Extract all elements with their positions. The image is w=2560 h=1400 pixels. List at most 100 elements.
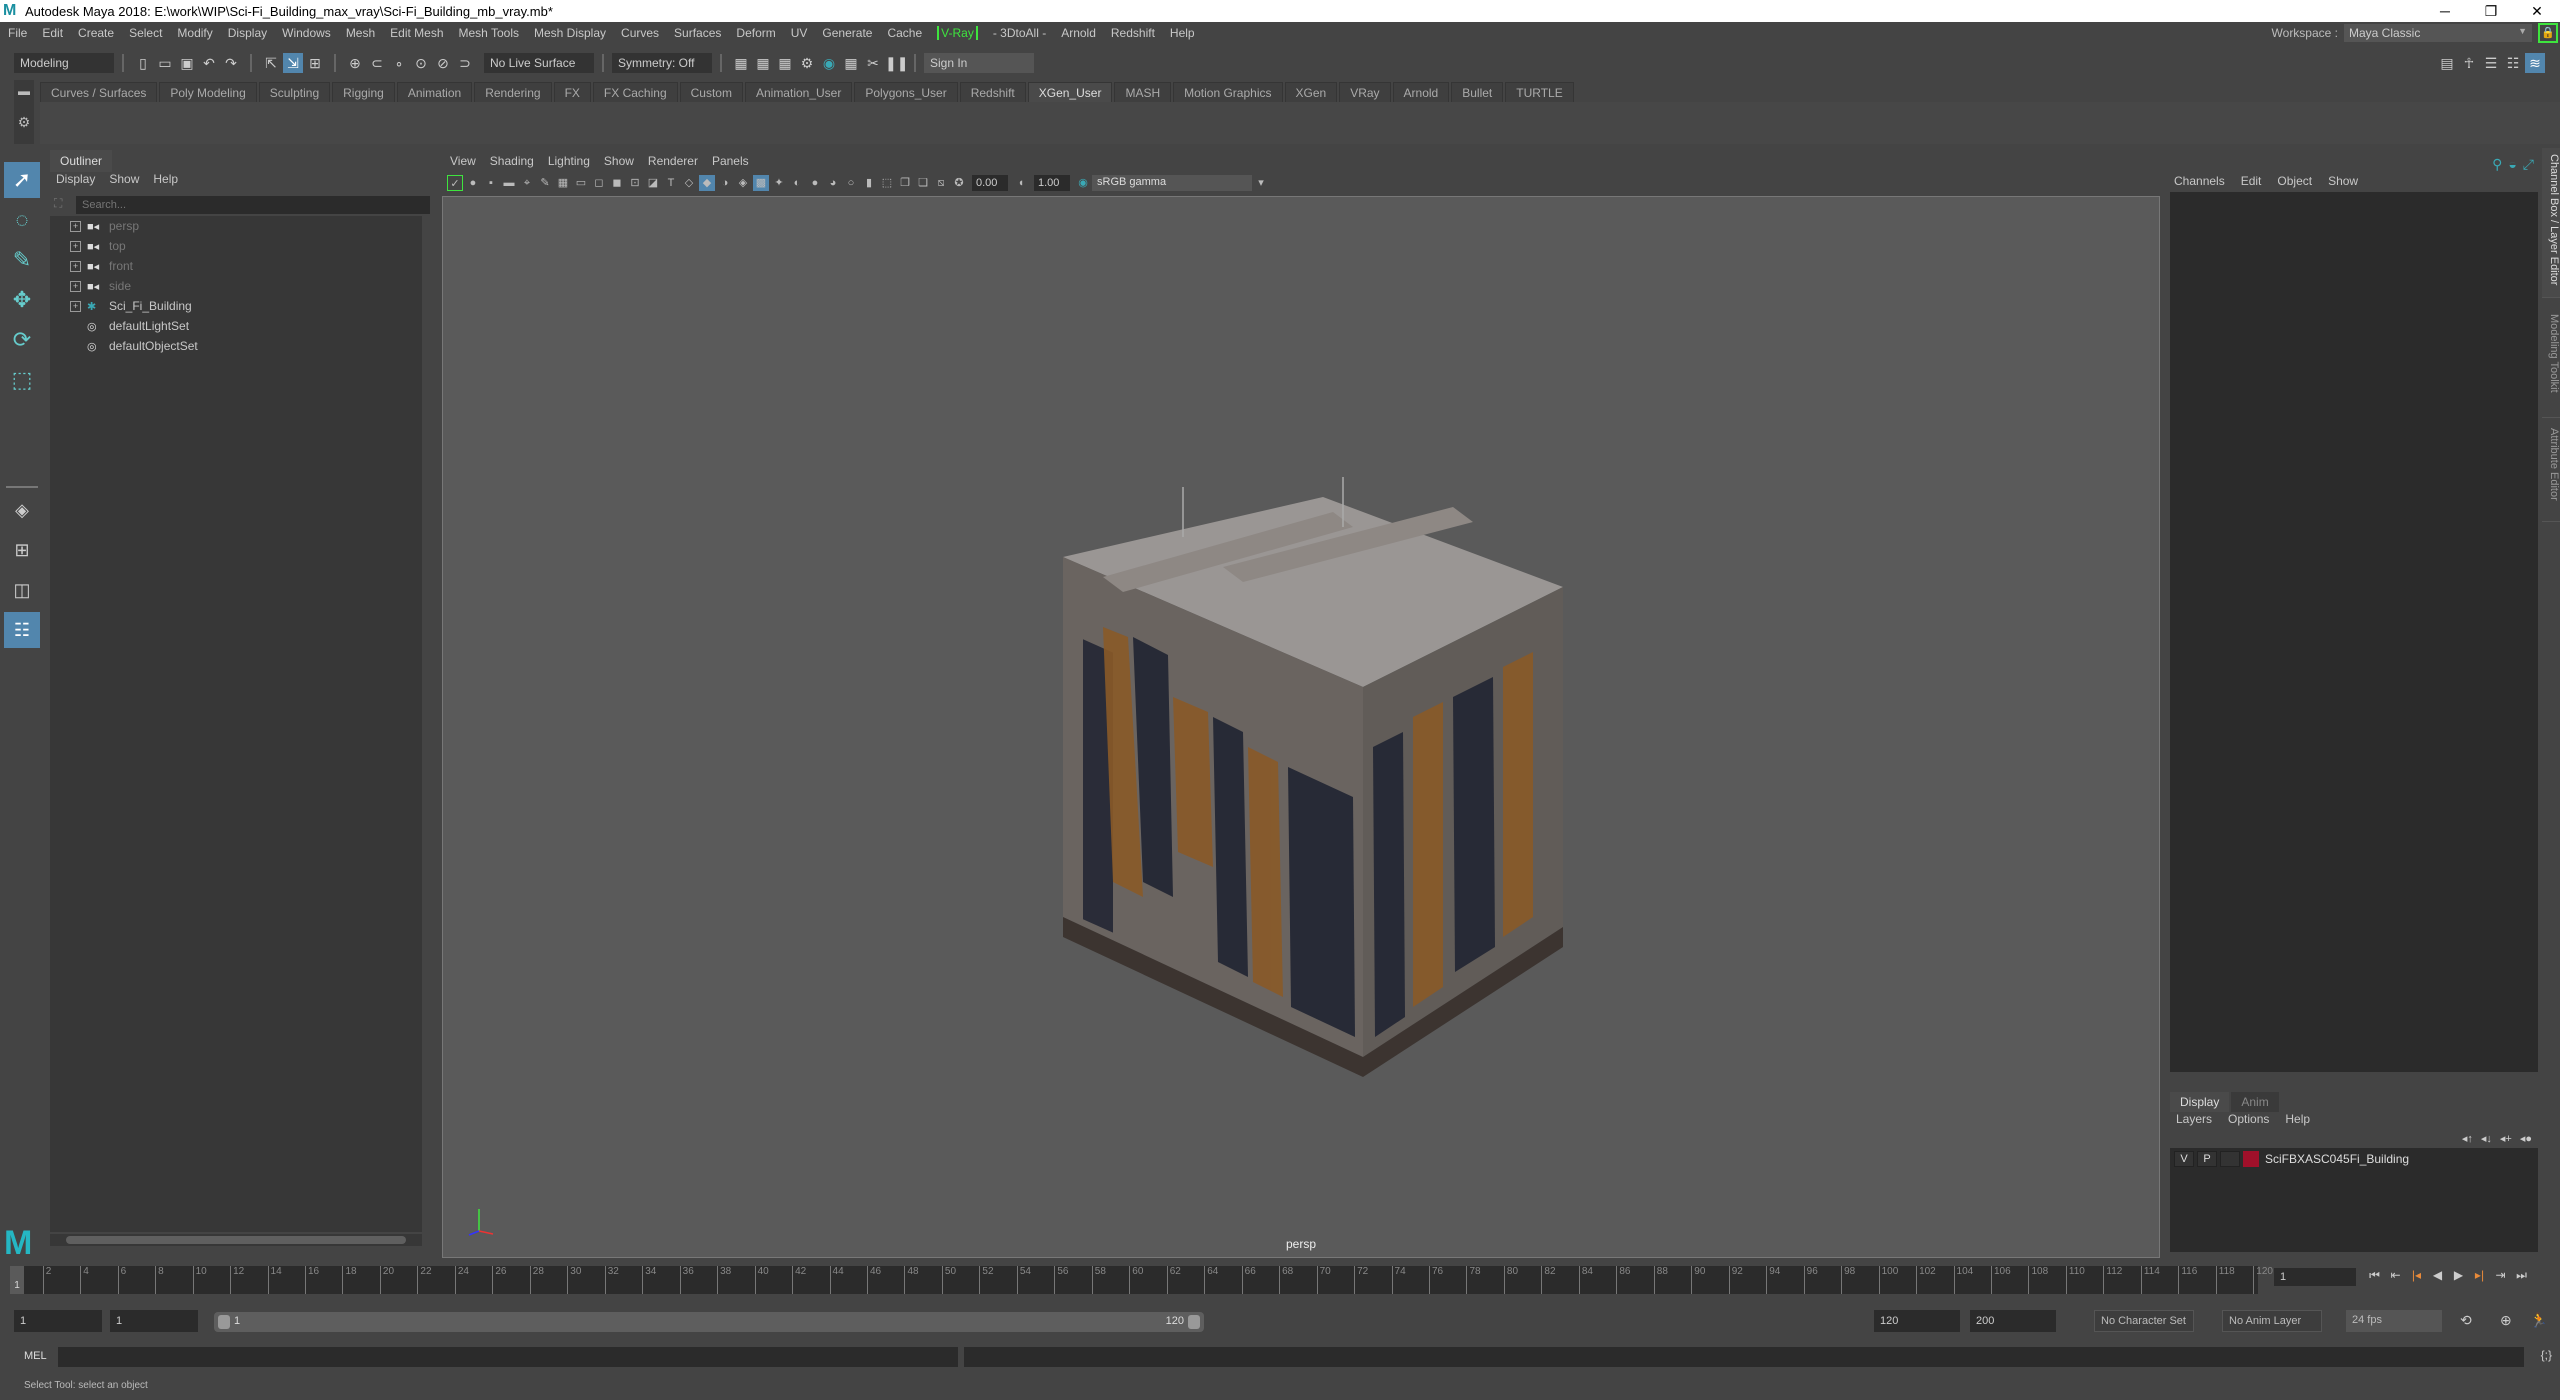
default-material-icon[interactable]: ◑ xyxy=(717,175,733,191)
viewport-menu-renderer[interactable]: Renderer xyxy=(648,154,698,168)
snap-point-icon[interactable]: ∘ xyxy=(389,53,409,73)
menu-modify[interactable]: Modify xyxy=(177,26,212,40)
new-layer-from-selected-icon[interactable]: ◂● xyxy=(2520,1132,2532,1145)
color-management-toggle-icon[interactable]: ◉ xyxy=(1075,175,1091,191)
shadows-icon[interactable]: ◐ xyxy=(789,175,805,191)
playback-start-field[interactable] xyxy=(110,1310,198,1332)
menu-3dtoall[interactable]: - 3DtoAll - xyxy=(993,26,1046,40)
shelf-tab-xgen[interactable]: XGen xyxy=(1284,82,1338,102)
menu-v-ray[interactable]: V-Ray xyxy=(937,26,978,40)
outliner-tab[interactable]: Outliner xyxy=(50,150,113,172)
animation-end-field[interactable] xyxy=(1970,1310,2056,1332)
dropdown-arrow-icon[interactable]: ▾ xyxy=(1253,175,1269,191)
layer-row[interactable]: V P SciFBXASC045Fi_Building xyxy=(2170,1148,2538,1170)
menu-display[interactable]: Display xyxy=(228,26,267,40)
cb-menu-object[interactable]: Object xyxy=(2277,174,2312,188)
use-all-lights-icon[interactable]: ✦ xyxy=(771,175,787,191)
new-scene-icon[interactable]: ▯ xyxy=(133,53,153,73)
outliner-menu-display[interactable]: Display xyxy=(56,172,95,186)
close-button[interactable]: ✕ xyxy=(2514,0,2560,22)
character-set-dropdown[interactable]: No Character Set xyxy=(2094,1310,2194,1332)
select-hierarchy-icon[interactable]: ⇱ xyxy=(261,53,281,73)
menu-curves[interactable]: Curves xyxy=(621,26,659,40)
shelf-tab-redshift[interactable]: Redshift xyxy=(959,82,1026,102)
shelf-tab-turtle[interactable]: TURTLE xyxy=(1505,82,1574,102)
layer-color-swatch[interactable] xyxy=(2243,1151,2259,1167)
lock-icon[interactable]: 🔒 xyxy=(2538,23,2558,43)
undo-icon[interactable]: ↶ xyxy=(199,53,219,73)
menu-windows[interactable]: Windows xyxy=(282,26,331,40)
viewport-menu-panels[interactable]: Panels xyxy=(712,154,749,168)
character-controls-icon[interactable]: ☥ xyxy=(2459,53,2479,73)
tool-settings-icon[interactable]: ☷ xyxy=(2503,53,2523,73)
animation-preferences-icon[interactable]: 🏃 xyxy=(2530,1312,2547,1329)
viewport-menu-show[interactable]: Show xyxy=(604,154,634,168)
open-scene-icon[interactable]: ▭ xyxy=(155,53,175,73)
snap-surface-icon[interactable]: ⊘ xyxy=(433,53,453,73)
render-settings-icon[interactable]: ⚙ xyxy=(797,53,817,73)
wireframe-icon[interactable]: ◇ xyxy=(681,175,697,191)
field-chart-icon[interactable]: ⊡ xyxy=(627,175,643,191)
isolate-select-icon[interactable]: ⬚ xyxy=(879,175,895,191)
xray-icon[interactable]: ❐ xyxy=(897,175,913,191)
script-editor-icon[interactable]: {;} xyxy=(2541,1348,2552,1362)
scrollbar-thumb[interactable] xyxy=(66,1236,406,1244)
manipulator-icon[interactable]: ⚲ xyxy=(2492,156,2502,173)
shelf-tab-rendering[interactable]: Rendering xyxy=(474,82,552,102)
expand-icon[interactable]: + xyxy=(70,280,81,292)
viewport-menu-shading[interactable]: Shading xyxy=(490,154,534,168)
outliner-item[interactable]: + ■◂ top xyxy=(50,236,422,256)
camera-attributes-icon[interactable]: ● xyxy=(465,175,481,191)
select-tool-icon[interactable]: ➚ xyxy=(4,162,40,198)
speed-icon[interactable]: ◒ xyxy=(2508,156,2516,173)
shelf-tab-vray[interactable]: VRay xyxy=(1339,82,1391,102)
shelf-tab-arnold[interactable]: Arnold xyxy=(1392,82,1450,102)
xray-active-icon[interactable]: ❏ xyxy=(915,175,931,191)
outliner-item[interactable]: + ■◂ front xyxy=(50,256,422,276)
anti-aliasing-icon[interactable]: ○ xyxy=(843,175,859,191)
minimize-button[interactable]: ─ xyxy=(2422,0,2468,22)
smooth-shade-icon[interactable]: ◆ xyxy=(699,175,715,191)
go-to-end-icon[interactable]: ⏭ xyxy=(2511,1268,2532,1283)
range-end-handle[interactable] xyxy=(1188,1315,1200,1329)
shelf-tab-fx[interactable]: FX xyxy=(553,82,591,102)
layer-display-type-toggle[interactable] xyxy=(2220,1151,2240,1167)
grid-icon[interactable]: ▦ xyxy=(555,175,571,191)
new-layer-icon[interactable]: ◂+ xyxy=(2500,1132,2512,1145)
step-forward-key-icon[interactable]: ▸| xyxy=(2469,1268,2490,1283)
le-menu-options[interactable]: Options xyxy=(2228,1112,2269,1126)
expand-icon[interactable]: + xyxy=(70,240,81,252)
safe-title-icon[interactable]: T xyxy=(663,175,679,191)
workspace-dropdown[interactable]: Maya Classic xyxy=(2344,24,2532,42)
paint-select-tool-icon[interactable]: ✎ xyxy=(4,242,40,278)
textured-icon[interactable]: ▩ xyxy=(753,175,769,191)
four-view-layout-icon[interactable]: ⊞ xyxy=(4,532,40,568)
render-view-icon[interactable]: ▦ xyxy=(731,53,751,73)
outliner-menu-show[interactable]: Show xyxy=(109,172,139,186)
film-gate-icon[interactable]: ▭ xyxy=(573,175,589,191)
cb-menu-show[interactable]: Show xyxy=(2328,174,2358,188)
resolution-gate-icon[interactable]: ◻ xyxy=(591,175,607,191)
redo-icon[interactable]: ↷ xyxy=(221,53,241,73)
play-backwards-icon[interactable]: ◀ xyxy=(2427,1268,2448,1283)
shelf-tab-mash[interactable]: MASH xyxy=(1114,82,1172,102)
live-surface-field[interactable]: No Live Surface xyxy=(484,53,594,73)
grease-pencil-icon[interactable]: ✎ xyxy=(537,175,553,191)
cb-menu-channels[interactable]: Channels xyxy=(2174,174,2225,188)
outliner-search-input[interactable] xyxy=(76,196,430,214)
menu-arnold[interactable]: Arnold xyxy=(1061,26,1096,40)
gamma-icon[interactable]: ◖ xyxy=(1013,175,1029,191)
play-forwards-icon[interactable]: ▶ xyxy=(2448,1268,2469,1283)
playback-end-field[interactable] xyxy=(1874,1310,1960,1332)
exposure-field[interactable] xyxy=(972,175,1008,191)
menu-deform[interactable]: Deform xyxy=(736,26,775,40)
side-tab-modeling-toolkit[interactable]: Modeling Toolkit xyxy=(2542,308,2560,418)
render-frame-icon[interactable]: ▦ xyxy=(753,53,773,73)
menu-help[interactable]: Help xyxy=(1170,26,1195,40)
viewport-menu-lighting[interactable]: Lighting xyxy=(548,154,590,168)
bookmarks-icon[interactable]: ▪ xyxy=(483,175,499,191)
le-menu-layers[interactable]: Layers xyxy=(2176,1112,2212,1126)
outliner-item[interactable]: ◎ defaultLightSet xyxy=(50,316,422,336)
screen-space-ao-icon[interactable]: ● xyxy=(807,175,823,191)
step-forward-frame-icon[interactable]: ⇥ xyxy=(2490,1268,2511,1283)
